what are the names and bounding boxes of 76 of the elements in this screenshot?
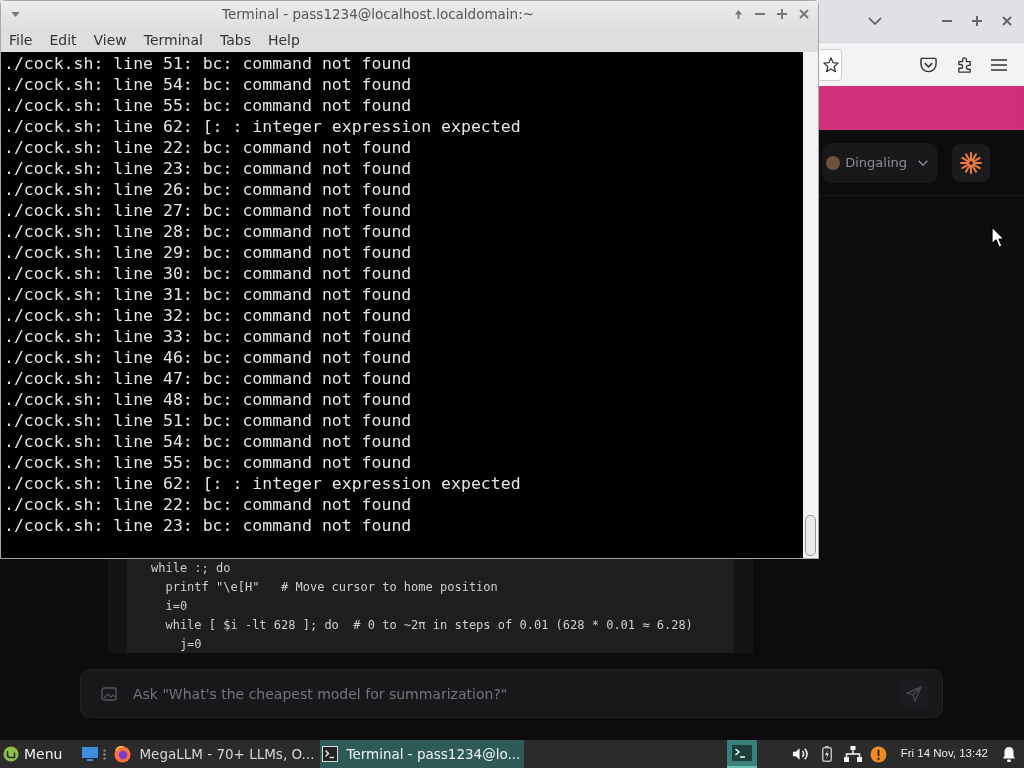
profile-menu-button[interactable]: Dingaling — [822, 142, 938, 183]
window-title: Terminal - pass1234@localhost.localdomain:~ — [220, 4, 535, 24]
close-icon — [799, 9, 809, 19]
menu-item[interactable]: Help — [267, 29, 300, 50]
terminal-line: ./cock.sh: line 32: bc: command not found — [4, 305, 413, 326]
code-line: printf "\e[H" # Move cursor to home position — [164, 579, 499, 596]
minimize-icon — [942, 20, 952, 22]
menu-item[interactable]: View — [93, 29, 127, 50]
terminal-line: ./cock.sh: line 54: bc: command not found — [4, 74, 413, 95]
terminal-line: ./cock.sh: line 47: bc: command not found — [4, 368, 413, 389]
terminal-icon — [322, 746, 339, 762]
code-line: while :; do — [151, 560, 232, 577]
avatar-icon — [826, 155, 841, 170]
battery-icon — [821, 746, 832, 762]
terminal-line: ./cock.sh: line 46: bc: command not found — [4, 347, 413, 368]
code-line: j=0 — [178, 636, 203, 653]
code-line: i=0 — [164, 598, 189, 615]
terminal-line: ./cock.sh: line 55: bc: command not found — [4, 452, 413, 473]
caret-icon — [10, 11, 20, 17]
message-input[interactable]: Ask "What's the cheapest model for summarization?" — [80, 669, 943, 718]
bell-icon — [1002, 746, 1016, 762]
terminal-icon — [731, 745, 752, 761]
chevron-down-icon — [918, 159, 928, 166]
terminal-line: ./cock.sh: line 29: bc: command not found — [4, 242, 413, 263]
maximize-icon — [972, 16, 982, 26]
terminal-line: ./cock.sh: line 51: bc: command not found — [4, 53, 413, 74]
taskbar-task[interactable]: MegaLLM - 70+ LLMs, O... — [112, 740, 319, 768]
code-line: while [ $i -lt 628 ]; do # 0 to ~2π in steps of 0.01 (628 * 0.01 ≈ 6.28) — [164, 617, 694, 634]
star-icon[interactable] — [822, 56, 839, 73]
terminal-line: ./cock.sh: line 23: bc: command not found — [4, 158, 413, 179]
terminal-line: ./cock.sh: line 31: bc: command not found — [4, 284, 413, 305]
terminal-line: ./cock.sh: line 26: bc: command not found — [4, 179, 413, 200]
terminal-line: ./cock.sh: line 30: bc: command not found — [4, 263, 413, 284]
warning-icon — [870, 745, 888, 763]
maximize-icon — [777, 9, 787, 19]
terminal-line: ./cock.sh: line 55: bc: command not found — [4, 95, 413, 116]
scrollbar-track[interactable] — [803, 52, 818, 558]
grip-icon — [103, 748, 107, 760]
terminal-line: ./cock.sh: line 54: bc: command not found — [4, 431, 413, 452]
terminal-line: ./cock.sh: line 51: bc: command not found — [4, 410, 413, 431]
terminal-line: ./cock.sh: line 62: [: : integer expression expected — [4, 473, 522, 494]
shield-icon — [919, 56, 937, 73]
menu-item[interactable]: Terminal — [143, 29, 203, 50]
terminal-line: ./cock.sh: line 27: bc: command not found — [4, 200, 413, 221]
menu-icon — [991, 58, 1007, 71]
menu-item[interactable]: File — [9, 29, 33, 50]
up-arrow-icon — [733, 8, 743, 20]
terminal-line: ./cock.sh: line 28: bc: command not found — [4, 221, 413, 242]
mouse-pointer-icon — [991, 226, 1005, 248]
clock-text: Fri 14 Nov, 13:42 — [900, 746, 988, 762]
minimize-icon — [755, 13, 765, 15]
browser-icon — [114, 745, 132, 763]
sparkle-button[interactable] — [952, 143, 990, 182]
terminal-line: ./cock.sh: line 23: bc: command not found — [4, 515, 413, 536]
puzzle-icon — [955, 56, 973, 73]
start-menu-button[interactable]: Menu — [0, 740, 69, 768]
logo-icon — [3, 746, 19, 762]
menu-item[interactable]: Tabs — [219, 29, 251, 50]
menu-item[interactable]: Edit — [49, 29, 77, 50]
scrollbar-thumb[interactable] — [805, 515, 816, 556]
volume-icon — [792, 747, 810, 761]
taskbar-task[interactable]: Terminal - pass1234@lo... — [320, 740, 525, 768]
network-icon — [843, 746, 862, 762]
terminal-line: ./cock.sh: line 48: bc: command not found — [4, 389, 413, 410]
send-icon — [906, 686, 922, 702]
close-icon — [1002, 16, 1012, 26]
terminal-launcher-button[interactable] — [726, 740, 757, 768]
terminal-line: ./cock.sh: line 22: bc: command not found — [4, 494, 413, 515]
url-field[interactable] — [820, 48, 842, 81]
chevron-down-icon — [868, 17, 882, 25]
terminal-line: ./cock.sh: line 33: bc: command not found — [4, 326, 413, 347]
sparkle-icon — [960, 151, 982, 174]
monitor-icon — [81, 746, 100, 762]
terminal-line: ./cock.sh: line 22: bc: command not found — [4, 137, 413, 158]
terminal-line: ./cock.sh: line 62: [: : integer expression expected — [4, 116, 522, 137]
image-icon[interactable] — [101, 686, 117, 702]
